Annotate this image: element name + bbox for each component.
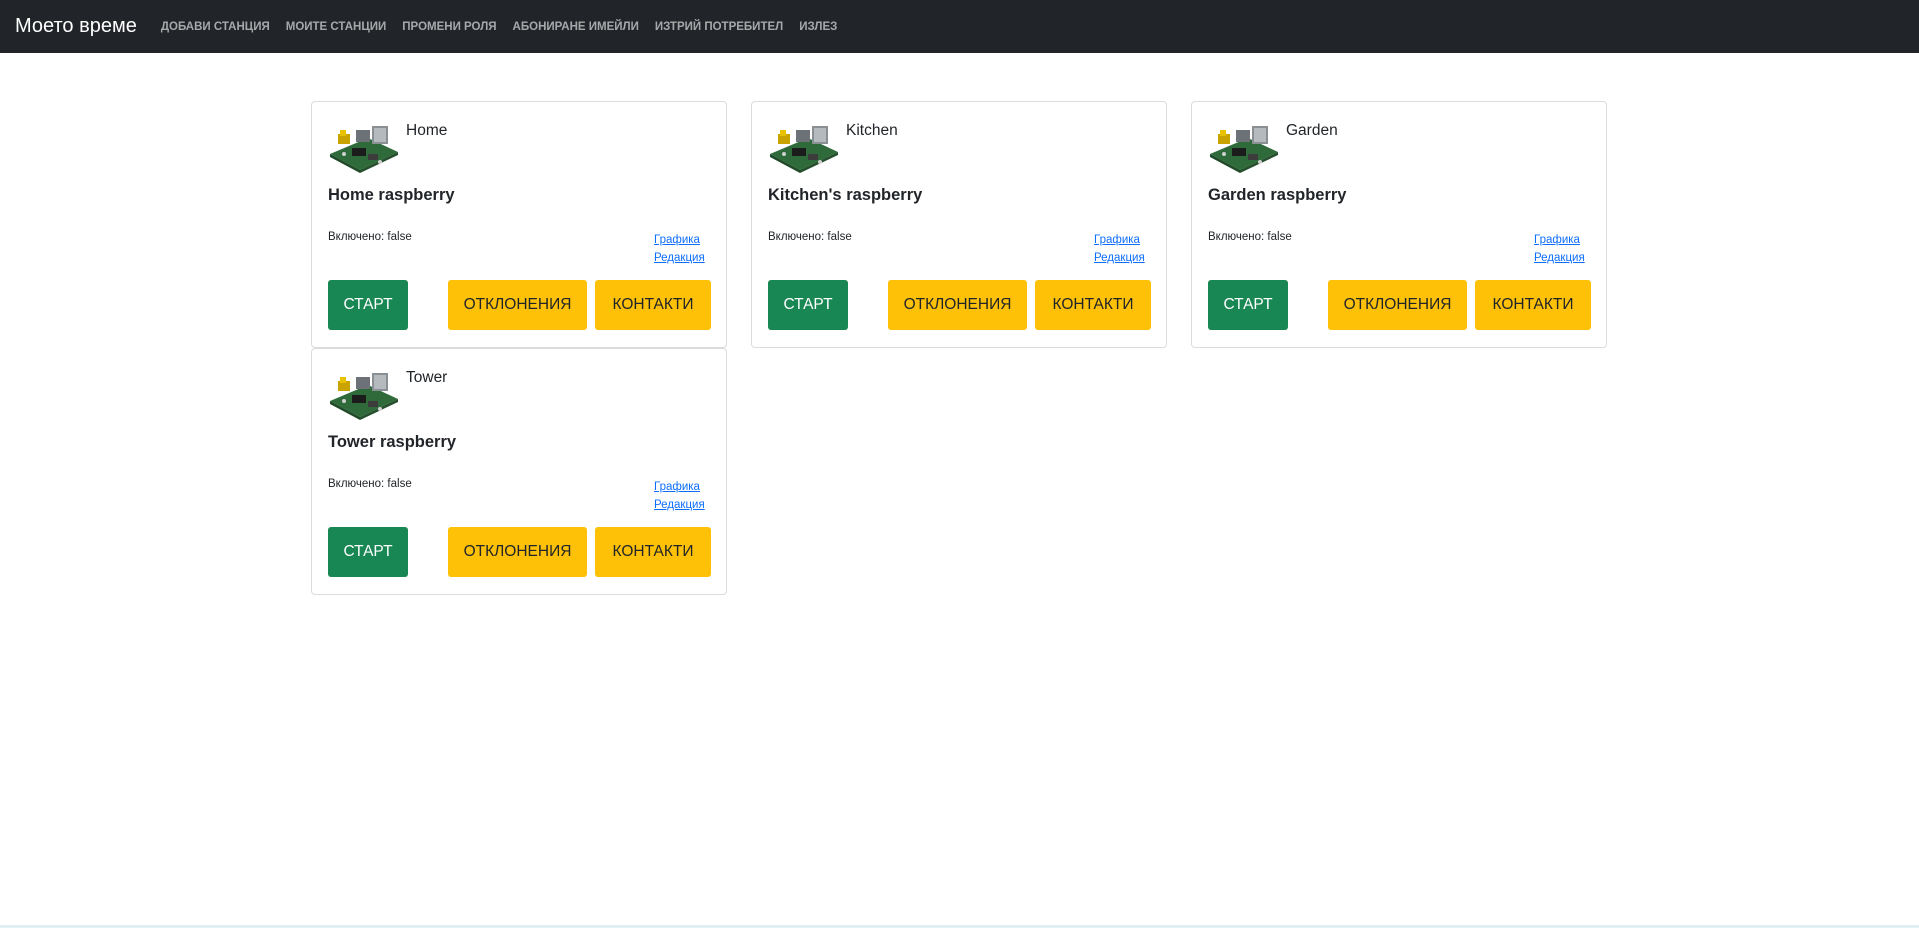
nav-my-stations[interactable]: МОИТЕ СТАНЦИИ [286,21,387,33]
nav-logout[interactable]: ИЗЛЕЗ [799,21,837,33]
station-links: Графика Редакция [1094,231,1150,267]
station-links: Графика Редакция [654,231,710,267]
station-title: Home raspberry [328,186,455,204]
edit-link[interactable]: Редакция [654,496,710,514]
top-navbar: Моето време ДОБАВИ СТАНЦИЯ МОИТЕ СТАНЦИИ… [0,0,1919,53]
raspberry-pi-board-icon [330,373,398,420]
deviations-button[interactable]: ОТКЛОНЕНИЯ [448,280,587,330]
station-card: Tower Tower raspberry Включено: false Гр… [311,348,727,595]
station-card: Kitchen Kitchen's raspberry Включено: fa… [751,101,1167,348]
station-title: Kitchen's raspberry [768,186,923,204]
nav-change-role[interactable]: ПРОМЕНИ РОЛЯ [402,21,496,33]
station-enabled-status: Включено: false [1208,231,1292,243]
start-button[interactable]: СТАРТ [328,527,408,577]
station-name: Tower [406,369,448,386]
chart-link[interactable]: Графика [654,478,710,496]
station-name: Garden [1286,122,1338,139]
contacts-button[interactable]: КОНТАКТИ [595,527,711,577]
edit-link[interactable]: Редакция [1534,249,1590,267]
start-button[interactable]: СТАРТ [328,280,408,330]
station-card: Garden Garden raspberry Включено: false … [1191,101,1607,348]
deviations-button[interactable]: ОТКЛОНЕНИЯ [888,280,1027,330]
station-name: Kitchen [846,122,898,139]
station-title: Tower raspberry [328,433,457,451]
chart-link[interactable]: Графика [1094,231,1150,249]
contacts-button[interactable]: КОНТАКТИ [1035,280,1151,330]
brand-link[interactable]: Моето време [15,15,137,38]
nav-add-station[interactable]: ДОБАВИ СТАНЦИЯ [161,21,270,33]
station-name: Home [406,122,448,139]
chart-link[interactable]: Графика [654,231,710,249]
station-enabled-status: Включено: false [328,231,412,243]
contacts-button[interactable]: КОНТАКТИ [595,280,711,330]
station-enabled-status: Включено: false [768,231,852,243]
station-card: Home Home raspberry Включено: false Граф… [311,101,727,348]
nav-delete-user[interactable]: ИЗТРИЙ ПОТРЕБИТЕЛ [655,21,783,33]
nav-subscribe-emails[interactable]: АБОНИРАНЕ ИМЕЙЛИ [513,21,639,33]
start-button[interactable]: СТАРТ [1208,280,1288,330]
deviations-button[interactable]: ОТКЛОНЕНИЯ [1328,280,1467,330]
station-links: Графика Редакция [1534,231,1590,267]
station-enabled-status: Включено: false [328,478,412,490]
raspberry-pi-board-icon [1210,126,1278,173]
edit-link[interactable]: Редакция [1094,249,1150,267]
contacts-button[interactable]: КОНТАКТИ [1475,280,1591,330]
start-button[interactable]: СТАРТ [768,280,848,330]
station-title: Garden raspberry [1208,186,1347,204]
station-links: Графика Редакция [654,478,710,514]
deviations-button[interactable]: ОТКЛОНЕНИЯ [448,527,587,577]
chart-link[interactable]: Графика [1534,231,1590,249]
edit-link[interactable]: Редакция [654,249,710,267]
raspberry-pi-board-icon [330,126,398,173]
raspberry-pi-board-icon [770,126,838,173]
